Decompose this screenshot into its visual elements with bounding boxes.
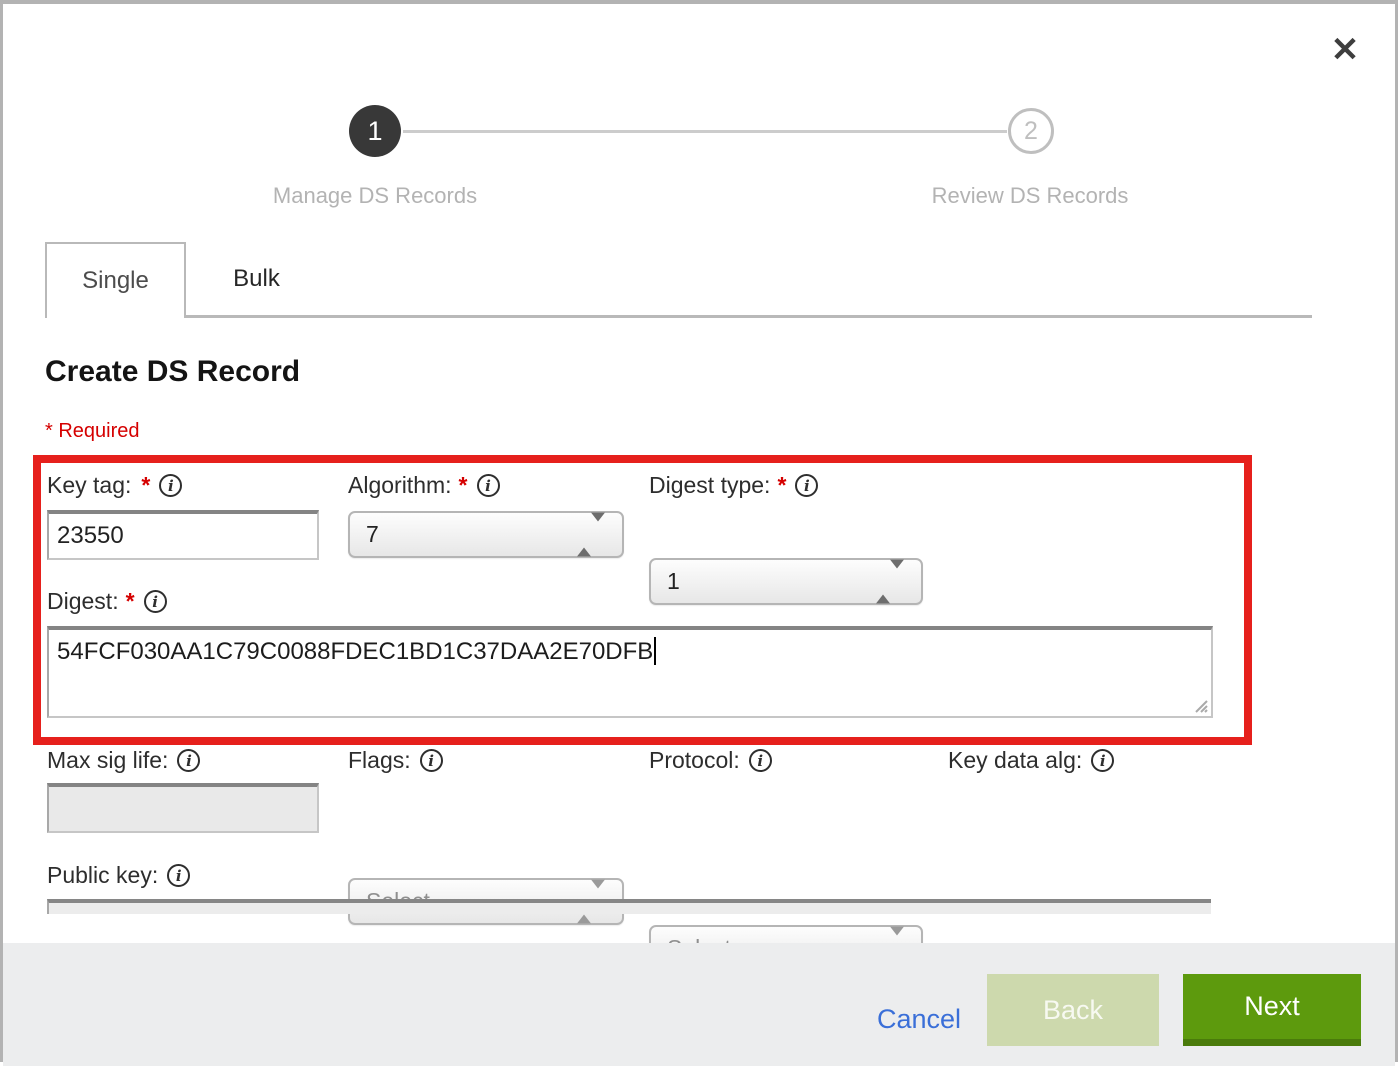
algorithm-label-text: Algorithm: <box>348 472 452 499</box>
required-asterisk: * <box>459 472 468 499</box>
digest-type-select[interactable]: 1 <box>649 558 923 605</box>
algorithm-label: Algorithm: * i <box>348 472 500 499</box>
key-data-alg-label: Key data alg: i <box>948 747 1114 774</box>
page-title: Create DS Record <box>45 355 300 389</box>
digest-label: Digest: * i <box>47 588 167 615</box>
flags-label-text: Flags: <box>348 747 411 774</box>
max-sig-life-input[interactable] <box>47 783 319 833</box>
required-asterisk: * <box>126 588 135 615</box>
info-icon[interactable]: i <box>1091 749 1114 772</box>
algorithm-select-value: 7 <box>366 521 379 548</box>
tab-underline <box>45 315 1312 318</box>
stepper-connector-line <box>403 130 1007 133</box>
stepper-step-2-label: Review DS Records <box>932 183 1129 209</box>
digest-value: 54FCF030AA1C79C0088FDEC1BD1C37DAA2E70DFB <box>57 638 653 665</box>
algorithm-select[interactable]: 7 <box>348 511 624 558</box>
public-key-label-text: Public key: <box>47 862 158 889</box>
public-key-label: Public key: i <box>47 862 190 889</box>
key-data-alg-label-text: Key data alg: <box>948 747 1082 774</box>
stepper-step-2-circle: 2 <box>1008 108 1054 154</box>
key-tag-label-text: Key tag: <box>47 472 131 499</box>
max-sig-life-label: Max sig life: i <box>47 747 200 774</box>
digest-textarea[interactable]: 54FCF030AA1C79C0088FDEC1BD1C37DAA2E70DFB <box>47 626 1213 718</box>
stepper-step-1-circle: 1 <box>349 105 401 157</box>
text-caret <box>654 637 656 665</box>
info-icon[interactable]: i <box>144 590 167 613</box>
key-tag-label: Key tag: * i <box>47 472 182 499</box>
digest-label-text: Digest: <box>47 588 119 615</box>
public-key-textarea[interactable] <box>47 899 1211 914</box>
info-icon[interactable]: i <box>795 474 818 497</box>
info-icon[interactable]: i <box>420 749 443 772</box>
key-tag-input[interactable] <box>47 510 319 560</box>
select-arrows-icon <box>577 521 605 548</box>
tab-bulk[interactable]: Bulk <box>186 242 327 315</box>
info-icon[interactable]: i <box>477 474 500 497</box>
info-icon[interactable]: i <box>749 749 772 772</box>
tab-single[interactable]: Single <box>45 242 186 318</box>
flags-label: Flags: i <box>348 747 443 774</box>
select-arrows-icon <box>876 568 904 595</box>
cancel-button[interactable]: Cancel <box>877 1004 961 1035</box>
close-icon[interactable]: ✕ <box>1323 28 1367 72</box>
info-icon[interactable]: i <box>159 474 182 497</box>
stepper-step-1-label: Manage DS Records <box>273 183 477 209</box>
info-icon[interactable]: i <box>167 864 190 887</box>
protocol-label: Protocol: i <box>649 747 772 774</box>
required-note: * Required <box>45 420 140 443</box>
back-button[interactable]: Back <box>987 974 1159 1046</box>
required-asterisk: * <box>777 472 786 499</box>
resize-handle-icon[interactable] <box>1192 697 1208 713</box>
digest-type-label: Digest type: * i <box>649 472 818 499</box>
digest-type-select-value: 1 <box>667 568 680 595</box>
max-sig-life-label-text: Max sig life: <box>47 747 168 774</box>
digest-type-label-text: Digest type: <box>649 472 770 499</box>
next-button[interactable]: Next <box>1183 974 1361 1046</box>
required-asterisk: * <box>141 472 150 499</box>
info-icon[interactable]: i <box>177 749 200 772</box>
protocol-label-text: Protocol: <box>649 747 740 774</box>
